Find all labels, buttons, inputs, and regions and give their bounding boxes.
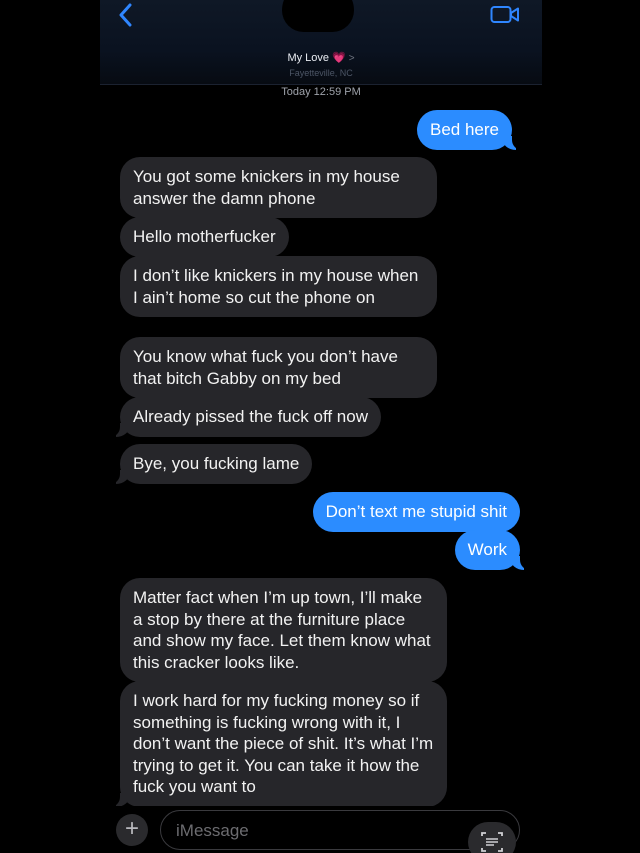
- text-scan-icon[interactable]: [468, 822, 516, 853]
- avatar[interactable]: [282, 0, 354, 32]
- contact-info[interactable]: My Love 💗 > Fayetteville, NC: [100, 48, 542, 78]
- message-bubble[interactable]: Already pissed the fuck off now: [110, 397, 381, 437]
- message-bubble[interactable]: You got some knickers in my house answer…: [120, 157, 437, 218]
- messages-screen: My Love 💗 > Fayetteville, NC Today 12:59 P…: [100, 0, 542, 853]
- scan-icon-glyph: [481, 832, 503, 852]
- heart-icon: 💗: [332, 52, 346, 64]
- video-camera-icon[interactable]: [490, 4, 520, 24]
- chevron-right-icon: >: [348, 53, 355, 64]
- contact-location: Fayetteville, NC: [289, 68, 353, 78]
- message-composer: + iMessage: [100, 806, 542, 853]
- contact-name: My Love: [287, 52, 330, 64]
- message-bubble[interactable]: Matter fact when I’m up town, I’ll make …: [120, 578, 447, 682]
- conversation-header: My Love 💗 > Fayetteville, NC: [100, 0, 542, 85]
- message-input[interactable]: iMessage: [160, 810, 520, 850]
- message-bubble[interactable]: Don’t text me stupid shit: [312, 492, 520, 532]
- message-bubble[interactable]: You know what fuck you don’t have that b…: [120, 337, 437, 398]
- message-bubble[interactable]: I don’t like knickers in my house when I…: [120, 256, 437, 317]
- message-bubble[interactable]: I work hard for my fucking money so if s…: [110, 681, 447, 807]
- message-bubble[interactable]: Hello motherfucker: [120, 217, 289, 257]
- message-bubble[interactable]: Bye, you fucking lame: [109, 444, 313, 484]
- chevron-left-icon[interactable]: [116, 2, 136, 28]
- add-attachment-button[interactable]: +: [116, 814, 148, 846]
- message-bubble[interactable]: Work: [454, 530, 531, 570]
- message-input-placeholder: iMessage: [176, 821, 249, 840]
- conversation-timestamp: Today 12:59 PM: [281, 86, 361, 98]
- message-bubble[interactable]: Bed here: [417, 110, 522, 150]
